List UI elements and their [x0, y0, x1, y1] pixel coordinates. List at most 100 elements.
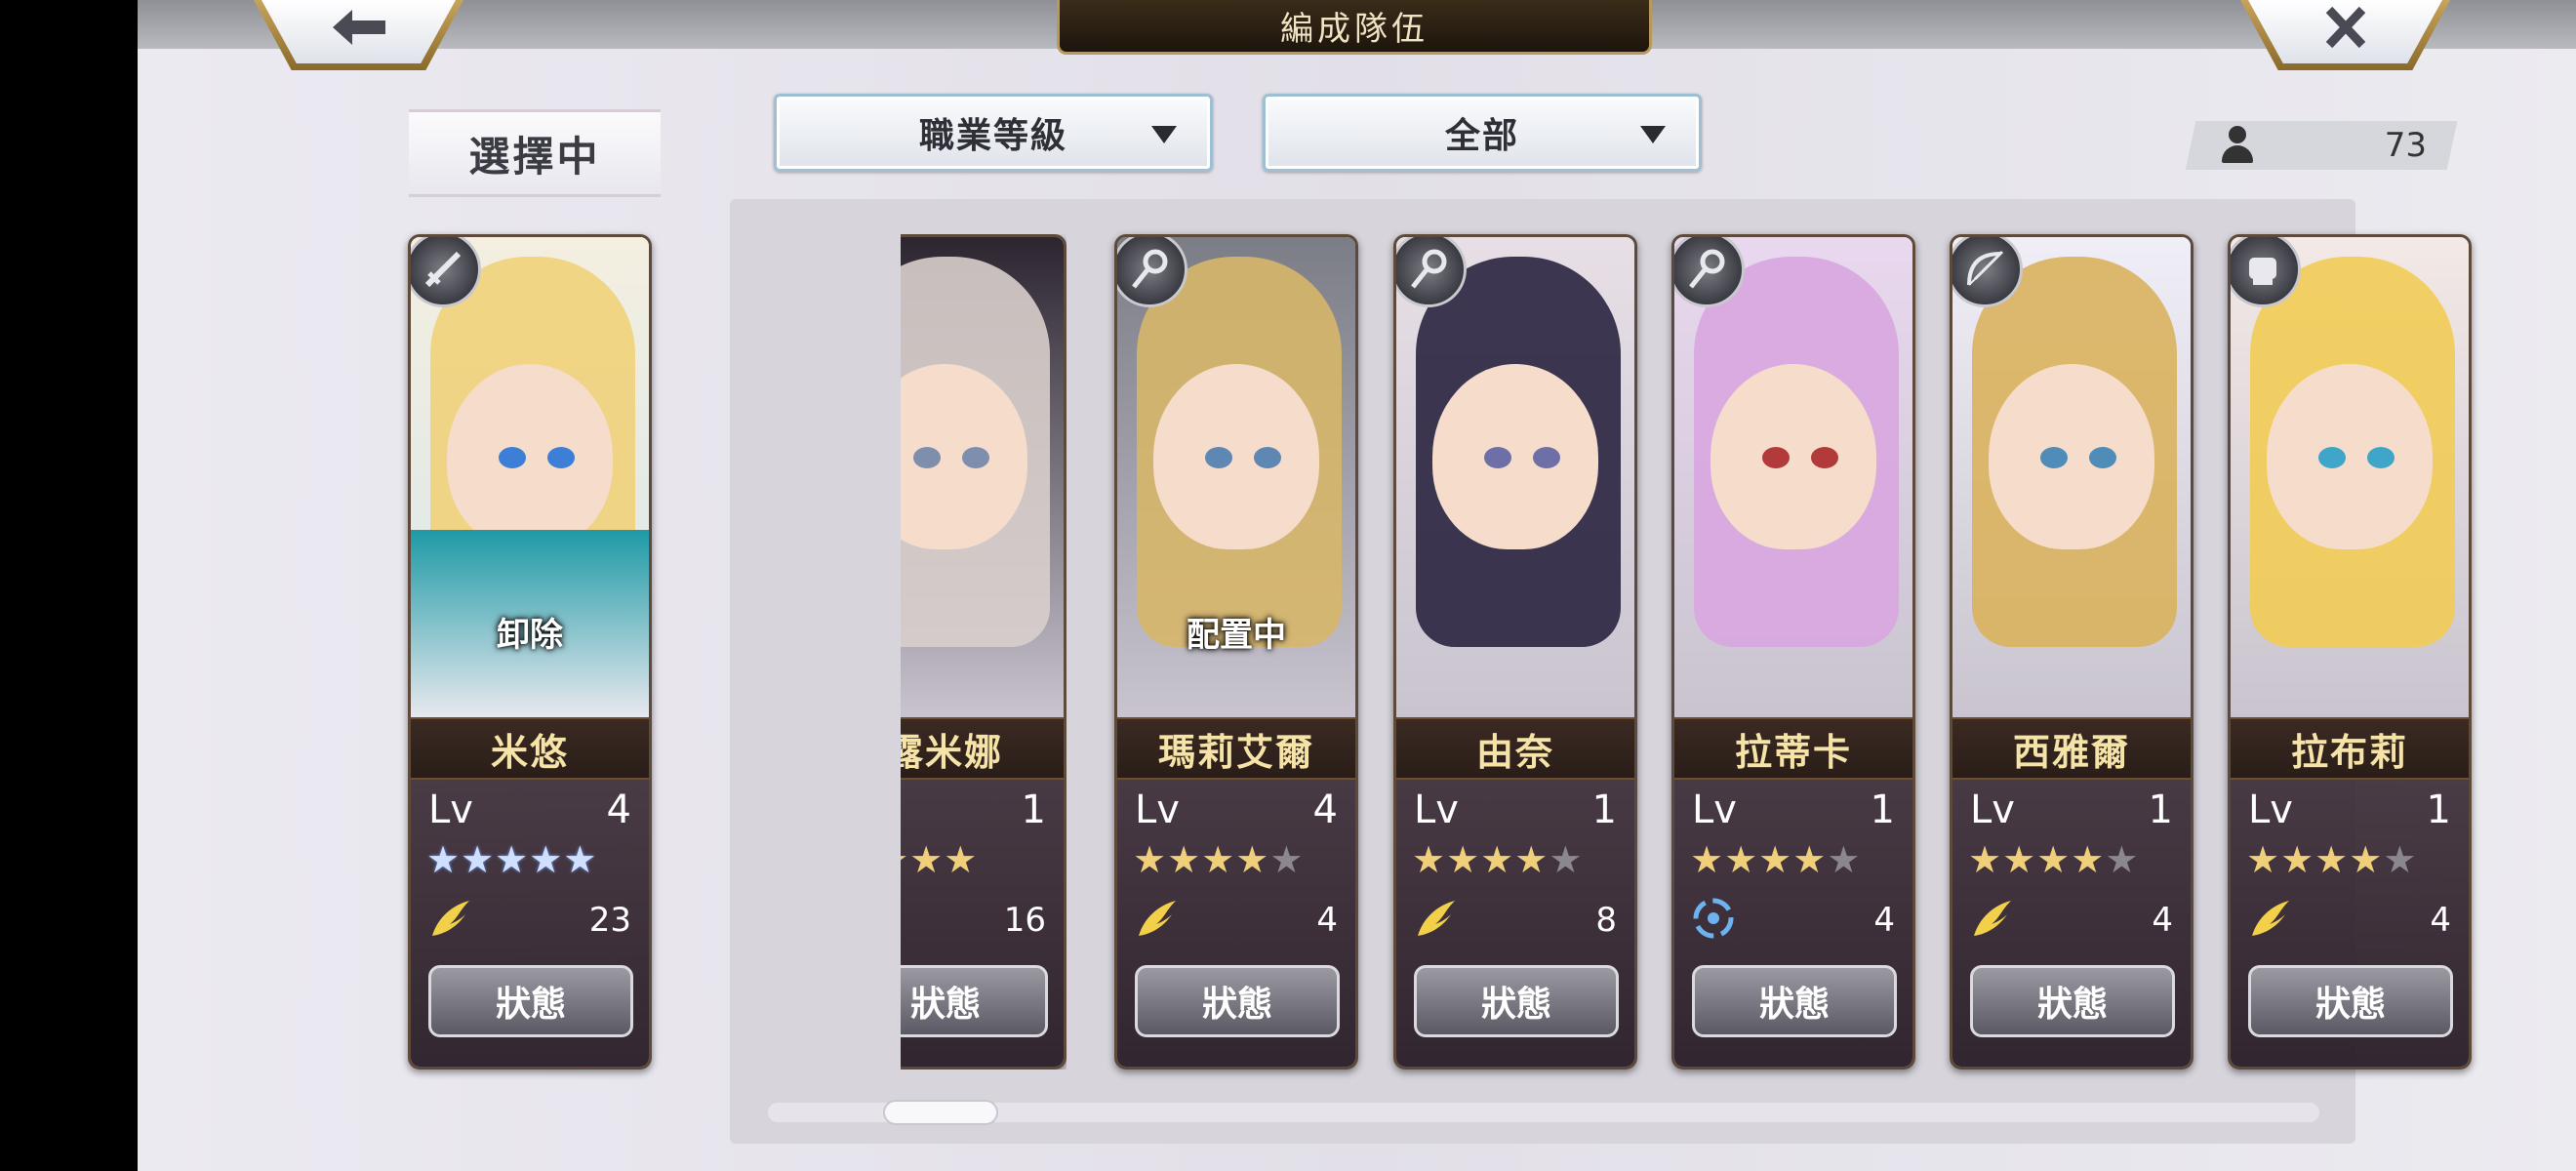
star-icon: ★: [1269, 838, 1305, 881]
portrait-eye: [2040, 447, 2068, 468]
back-button-face: [262, 0, 456, 63]
portrait-face: [1989, 364, 2154, 549]
status-button-label: 狀態: [1758, 984, 1830, 1025]
wind-wing-icon: [1974, 901, 2011, 936]
star-icon: ★: [461, 838, 496, 881]
portrait-eye: [1811, 447, 1838, 468]
cost-value: 16: [1003, 901, 1046, 940]
star-icon: ★: [1792, 838, 1828, 881]
portrait-face: [2267, 364, 2433, 549]
star-icon: ★: [2280, 838, 2315, 881]
character-portrait: 卸除: [411, 237, 649, 717]
status-button-label: 狀態: [2314, 984, 2386, 1025]
character-card[interactable]: 西雅爾 Lv 1 ★★★★★ 4 狀態: [1950, 234, 2194, 1070]
character-portrait: [1952, 237, 2191, 717]
star-icon: ★: [2105, 838, 2140, 881]
portrait-eye: [2367, 447, 2395, 468]
water-swirl-icon: [1693, 898, 1734, 939]
arrow-left-icon: [332, 9, 385, 45]
deployed-label: 配置中: [1187, 616, 1286, 655]
level-label: Lv: [428, 787, 473, 832]
star-icon: ★: [1724, 838, 1759, 881]
status-button[interactable]: 狀態: [1970, 965, 2175, 1037]
unequip-label: 卸除: [497, 616, 563, 655]
character-stats: Lv1★★★★16狀態: [901, 780, 1064, 1067]
portrait-eye: [1762, 447, 1790, 468]
level-label: Lv: [1692, 787, 1737, 832]
status-button[interactable]: 狀態: [428, 965, 633, 1037]
rarity-stars: ★★★★★: [426, 838, 597, 881]
portrait-eye: [547, 447, 575, 468]
level-value: 1: [2148, 787, 2173, 832]
sort-dropdown[interactable]: 職業等級: [774, 94, 1213, 172]
character-stats: Lv 1 ★★★★★ 8 狀態: [1396, 780, 1634, 1067]
star-icon: ★: [1446, 838, 1481, 881]
portrait-face: [447, 364, 613, 549]
status-button[interactable]: 狀態: [901, 965, 1048, 1037]
character-card[interactable]: 由奈 Lv 1 ★★★★★ 8 狀態: [1393, 234, 1637, 1070]
star-icon: ★: [1827, 838, 1862, 881]
star-icon: ★: [944, 838, 979, 881]
status-button-label: 狀態: [495, 984, 566, 1025]
character-name: 拉布莉: [2290, 729, 2408, 774]
screen-title-plate: 編成隊伍: [1057, 0, 1652, 55]
character-name-bar: 瑪莉艾爾: [1117, 717, 1355, 780]
status-button[interactable]: 狀態: [1135, 965, 1340, 1037]
selected-label-text: 選擇中: [468, 132, 601, 181]
rarity-stars: ★★★★★: [1412, 838, 1583, 881]
star-icon: ★: [1235, 838, 1270, 881]
character-name-bar: 拉布莉: [2231, 717, 2469, 780]
character-name-bar: 米悠: [411, 717, 649, 780]
star-icon: ★: [2314, 838, 2350, 881]
star-icon: ★: [901, 838, 909, 881]
level-label: Lv: [1135, 787, 1180, 832]
character-card[interactable]: 配置中 瑪莉艾爾 Lv 4 ★★★★★ 4 狀態: [1114, 234, 1358, 1070]
cost-value: 8: [1595, 901, 1617, 940]
character-name: 拉蒂卡: [1734, 729, 1852, 774]
level-label: Lv: [2248, 787, 2293, 832]
cost-value: 4: [1316, 901, 1338, 940]
character-name: 西雅爾: [2012, 729, 2130, 774]
star-icon: ★: [563, 838, 598, 881]
character-card[interactable]: 拉布莉 Lv 1 ★★★★★ 4 狀態: [2228, 234, 2472, 1070]
star-icon: ★: [2383, 838, 2418, 881]
star-icon: ★: [1201, 838, 1236, 881]
character-name-bar: 由奈: [1396, 717, 1634, 780]
selected-character-card[interactable]: 卸除 米悠 Lv 4 ★★★★★ 23 狀態: [408, 234, 652, 1070]
portrait-eye: [1484, 447, 1511, 468]
character-portrait: [901, 237, 1064, 717]
horizontal-scrollbar[interactable]: [768, 1103, 2319, 1122]
portrait-eye: [913, 447, 941, 468]
character-portrait: [1674, 237, 1912, 717]
filter-dropdown[interactable]: 全部: [1263, 94, 1702, 172]
selected-label: 選擇中: [409, 109, 661, 197]
star-icon: ★: [1514, 838, 1550, 881]
close-button[interactable]: [2240, 0, 2450, 70]
star-icon: ★: [1133, 838, 1168, 881]
rarity-stars: ★★★★★: [1690, 838, 1861, 881]
character-card[interactable]: 露米娜Lv1★★★★16狀態: [901, 234, 1067, 1070]
level-value: 1: [1591, 787, 1617, 832]
screen-title: 編成隊伍: [1280, 10, 1429, 49]
level-value: 4: [1312, 787, 1338, 832]
level-value: 4: [606, 787, 631, 832]
scrollbar-thumb[interactable]: [883, 1100, 998, 1125]
character-name: 瑪莉艾爾: [1157, 729, 1314, 774]
chevron-down-icon: [1151, 126, 1177, 143]
status-button[interactable]: 狀態: [1414, 965, 1619, 1037]
wind-wing-icon: [1418, 901, 1455, 936]
character-stats: Lv 1 ★★★★★ 4 狀態: [2231, 780, 2469, 1067]
status-button[interactable]: 狀態: [2248, 965, 2453, 1037]
cost-value: 23: [588, 901, 631, 940]
character-stats: Lv 4 ★★★★★ 4 狀態: [1117, 780, 1355, 1067]
cost-value: 4: [1873, 901, 1895, 940]
level-value: 1: [2426, 787, 2451, 832]
wind-wing-icon: [1139, 901, 1176, 936]
star-icon: ★: [909, 838, 945, 881]
back-button[interactable]: [254, 0, 463, 70]
status-button-label: 狀態: [1480, 984, 1551, 1025]
character-portrait: [1396, 237, 1634, 717]
status-button[interactable]: 狀態: [1692, 965, 1897, 1037]
character-card[interactable]: 拉蒂卡 Lv 1 ★★★★★ 4 狀態: [1671, 234, 1915, 1070]
wind-wing-icon: [432, 901, 469, 936]
